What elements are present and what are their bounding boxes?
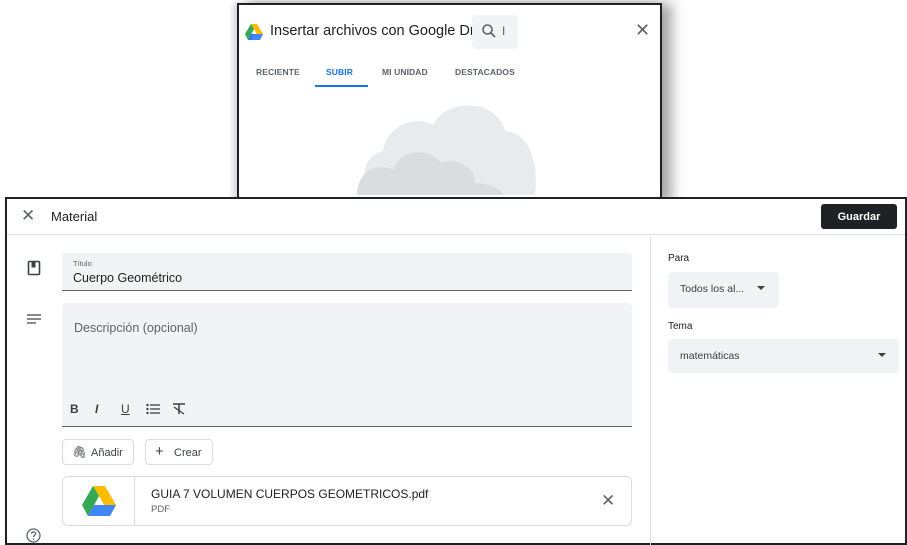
tab-destacados[interactable]: DESTACADOS	[455, 67, 515, 77]
add-button[interactable]: 🖇 Añadir	[62, 439, 134, 465]
title-field-label: Título	[73, 259, 92, 268]
add-button-label: Añadir	[91, 447, 123, 459]
plus-icon: +	[155, 443, 164, 460]
picker-search-input[interactable]: I	[472, 15, 518, 49]
attachment-type: PDF	[151, 504, 170, 515]
for-select-value: Todos los al...	[680, 283, 745, 295]
description-placeholder: Descripción (opcional)	[74, 321, 198, 335]
book-icon	[27, 260, 41, 276]
dropdown-arrow-icon	[757, 286, 765, 290]
remove-attachment-icon[interactable]: ✕	[601, 492, 615, 509]
picker-header: Insertar archivos con Google Drive I ✕	[239, 5, 660, 57]
tab-mi-unidad[interactable]: MI UNIDAD	[382, 67, 428, 77]
for-select[interactable]: Todos los al...	[668, 272, 779, 308]
save-button[interactable]: Guardar	[821, 204, 897, 229]
attachment-name: GUIA 7 VOLUMEN CUERPOS GEOMETRICOS.pdf	[151, 487, 429, 501]
google-drive-icon	[82, 486, 116, 516]
create-button[interactable]: + Crear	[145, 439, 213, 465]
help-icon[interactable]	[26, 528, 41, 543]
for-label: Para	[668, 253, 690, 264]
upload-cloud-illustration	[357, 105, 536, 195]
attachment-thumbnail	[63, 477, 135, 525]
underline-button[interactable]: U	[121, 401, 130, 417]
search-caret: I	[502, 24, 506, 38]
material-editor: ✕ Material Guardar Título Cuerpo Geométr…	[5, 197, 907, 545]
close-icon[interactable]: ✕	[21, 207, 35, 224]
tab-reciente[interactable]: RECIENTE	[256, 67, 300, 77]
description-icon	[27, 314, 41, 324]
dropdown-arrow-icon	[878, 353, 886, 357]
editor-main: Título Cuerpo Geométrico Descripción (op…	[7, 236, 650, 545]
picker-tabs: RECIENTE SUBIR MI UNIDAD DESTACADOS	[239, 63, 660, 93]
google-drive-icon	[245, 24, 263, 40]
bulleted-list-icon[interactable]	[146, 403, 160, 415]
italic-button[interactable]: I	[95, 401, 98, 417]
search-icon	[482, 24, 496, 38]
tab-subir[interactable]: SUBIR	[326, 67, 353, 77]
settings-panel: Para Todos los al... Tema matemáticas	[650, 236, 907, 545]
topic-label: Tema	[668, 321, 693, 332]
title-field-value: Cuerpo Geométrico	[73, 271, 183, 285]
drive-picker-dialog: Insertar archivos con Google Drive I ✕ R…	[237, 3, 662, 203]
clear-format-icon[interactable]	[172, 403, 186, 415]
attachment-card[interactable]: GUIA 7 VOLUMEN CUERPOS GEOMETRICOS.pdf P…	[62, 476, 632, 526]
paperclip-icon: 🖇	[72, 445, 88, 459]
editor-title: Material	[51, 209, 98, 224]
create-button-label: Crear	[174, 447, 202, 459]
active-tab-indicator	[315, 85, 368, 87]
bold-button[interactable]: B	[70, 401, 79, 417]
editor-topbar: ✕ Material Guardar	[7, 199, 905, 235]
close-icon[interactable]: ✕	[635, 21, 650, 39]
topic-select[interactable]: matemáticas	[668, 339, 899, 373]
title-field[interactable]: Título Cuerpo Geométrico	[62, 253, 632, 291]
picker-title: Insertar archivos con Google Drive	[270, 23, 494, 39]
topic-select-value: matemáticas	[680, 350, 740, 362]
description-field[interactable]: Descripción (opcional) B I U	[62, 303, 632, 427]
